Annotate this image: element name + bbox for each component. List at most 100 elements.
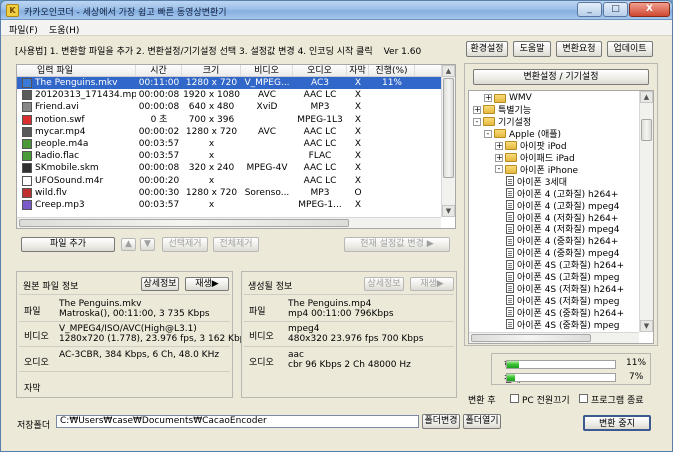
- tree-hscroll[interactable]: [469, 332, 639, 343]
- menu-file[interactable]: 파일(F): [9, 23, 38, 36]
- tree-node[interactable]: - 아이폰 iPhone: [495, 163, 578, 176]
- move-up-button[interactable]: ▲: [121, 238, 136, 251]
- tree-node[interactable]: + WMV: [484, 92, 532, 104]
- col-header-size[interactable]: 크기: [182, 65, 241, 76]
- tree-node[interactable]: 아이폰 4S (고화질) mpeg: [506, 271, 619, 283]
- table-row[interactable]: 20120313_171434.mp4 00:00:08 1920 x 1080 AV…: [17, 89, 455, 101]
- close-button[interactable]: X: [629, 2, 670, 17]
- file-list-vscroll[interactable]: ▲ ▼: [441, 65, 455, 217]
- scroll-up-arrow[interactable]: ▲: [640, 91, 653, 103]
- col-header-video[interactable]: 비디오: [241, 65, 293, 76]
- cell-input-file: motion.swf: [17, 114, 136, 126]
- collapse-icon[interactable]: -: [495, 165, 503, 174]
- cell-audio: AAC LC: [303, 90, 337, 101]
- tree-node[interactable]: + 아이패드 iPad: [495, 152, 575, 164]
- settings-tree[interactable]: + WMV + 특별기능 - 기기설정 - Apple (애플) + 아이팟 iPod + 아이패드 …: [468, 90, 654, 344]
- stop-convert-button[interactable]: 변환 중지: [583, 415, 651, 431]
- tree-node[interactable]: + 특별기능: [473, 104, 531, 116]
- tree-node[interactable]: - 기기설정: [473, 116, 531, 128]
- pc-off-checkbox[interactable]: [510, 394, 519, 403]
- menu-bar: 파일(F) 도움(H): [1, 20, 672, 36]
- remove-all-button[interactable]: 전체제거: [213, 237, 259, 252]
- table-row[interactable]: The Penguins.mkv 00:11:00 1280 x 720 V_MPEG…: [17, 77, 455, 90]
- expand-icon[interactable]: +: [495, 141, 503, 150]
- minimize-button[interactable]: _: [577, 2, 602, 17]
- scroll-thumb[interactable]: [443, 78, 454, 178]
- table-row[interactable]: mycar.mp4 00:00:02 1280 x 720 AVC AAC LC X: [17, 126, 455, 138]
- col-header-input-file[interactable]: 입력 파일: [17, 65, 136, 76]
- output-play-button[interactable]: 재생▶: [410, 277, 454, 291]
- tree-node[interactable]: 아이폰 4 (저화질) mpeg4: [506, 223, 619, 235]
- table-row[interactable]: UFOSound.m4r 00:00:20 x AAC LC X: [17, 175, 455, 187]
- audio-file-icon: [22, 151, 32, 162]
- menu-help[interactable]: 도움(H): [49, 23, 79, 36]
- total-progress-bar: [506, 373, 616, 382]
- env-settings-button[interactable]: 환경설정: [466, 41, 508, 57]
- tree-node[interactable]: 아이폰 3세대: [506, 175, 567, 188]
- tree-node[interactable]: 아이폰 4 (중화질) mpeg4: [506, 247, 619, 259]
- pc-off-label[interactable]: PC 전원끄기: [522, 393, 570, 406]
- exit-program-label[interactable]: 프로그램 종료: [591, 393, 644, 406]
- tree-node[interactable]: 아이폰 4 (고화질) h264+: [506, 187, 618, 200]
- output-detail-button[interactable]: 상세정보: [364, 277, 404, 291]
- scroll-up-arrow[interactable]: ▲: [442, 65, 455, 77]
- maximize-button[interactable]: □: [603, 2, 628, 17]
- table-row[interactable]: motion.swf 0 초 700 x 396 MPEG-1L3 X: [17, 114, 455, 126]
- update-button[interactable]: 업데이트: [607, 41, 653, 57]
- source-detail-button[interactable]: 상세정보: [141, 277, 179, 291]
- save-folder-input[interactable]: C:₩Users₩case₩Documents₩CacaoEncoder: [56, 415, 419, 428]
- collapse-icon[interactable]: -: [484, 129, 492, 138]
- hscroll-thumb[interactable]: [471, 334, 591, 342]
- table-row[interactable]: Friend.avi 00:00:08 640 x 480 XviD MP3 X: [17, 101, 455, 113]
- tree-node[interactable]: + 아이팟 iPod: [495, 140, 567, 152]
- hscroll-thumb[interactable]: [19, 219, 349, 227]
- tree-node[interactable]: 아이폰 4 (고화질) mpeg4: [506, 199, 619, 212]
- scroll-down-arrow[interactable]: ▼: [640, 320, 653, 332]
- table-row[interactable]: Radio.flac 00:03:57 x FLAC X: [17, 150, 455, 162]
- collapse-icon[interactable]: -: [473, 117, 481, 126]
- tree-node[interactable]: 아이폰 4 (저화질) h264+: [506, 211, 618, 224]
- help-button[interactable]: 도움말: [513, 41, 551, 57]
- version-label: Ver 1.60: [383, 47, 422, 57]
- table-row[interactable]: wild.flv 00:00:30 1280 x 720 Sorenso... MP3 O: [17, 187, 455, 199]
- add-file-button[interactable]: 파일 추가: [21, 237, 115, 252]
- settings-title-button[interactable]: 변환설정 / 기기설정: [473, 69, 649, 85]
- col-header-subtitle[interactable]: 자막: [347, 65, 369, 76]
- preset-file-icon: [506, 212, 514, 222]
- exit-program-checkbox[interactable]: [579, 394, 588, 403]
- tree-node[interactable]: 아이폰 4S (중화질) mpeg: [506, 318, 619, 331]
- tree-node[interactable]: 아이폰 4S (저화질) h264+: [506, 282, 624, 295]
- tree-node[interactable]: 아이폰 4S (중화질) h264+: [506, 306, 624, 319]
- table-row[interactable]: Creep.mp3 00:03:57 x MPEG-1... X: [17, 199, 455, 211]
- file-list[interactable]: 입력 파일 시간 크기 비디오 오디오 자막 진행(%) The Penguin…: [16, 64, 456, 229]
- cell-progress: 11%: [381, 78, 402, 88]
- apply-current-settings-button[interactable]: 현재 설정값 변경 ▶: [344, 237, 450, 252]
- scroll-down-arrow[interactable]: ▼: [442, 205, 455, 217]
- expand-icon[interactable]: +: [495, 153, 503, 162]
- cell-audio: AAC LC: [303, 163, 337, 174]
- move-down-button[interactable]: ▼: [140, 238, 155, 251]
- cell-time: 00:00:02: [138, 126, 180, 137]
- cell-progress: [369, 187, 415, 199]
- source-play-button[interactable]: 재생▶: [185, 277, 229, 291]
- open-folder-button[interactable]: 폴더열기: [463, 414, 501, 429]
- col-header-audio[interactable]: 오디오: [293, 65, 347, 76]
- scroll-thumb[interactable]: [641, 119, 652, 141]
- tree-node[interactable]: 아이폰 4S (저화질) mpeg: [506, 294, 619, 307]
- title-bar[interactable]: K 카카오인코더 - 세상에서 가장 쉽고 빠른 동영상변환기 _ □ X: [1, 1, 672, 20]
- tree-node[interactable]: - Apple (애플): [484, 128, 561, 140]
- file-list-hscroll[interactable]: [17, 217, 441, 228]
- expand-icon[interactable]: +: [473, 105, 481, 114]
- col-header-progress[interactable]: 진행(%): [369, 65, 415, 76]
- convert-request-button[interactable]: 변환요청: [556, 41, 602, 57]
- table-row[interactable]: SKmobile.skm 00:00:08 320 x 240 MPEG-4V AAC …: [17, 162, 455, 174]
- remove-selected-button[interactable]: 선택제거: [162, 237, 208, 252]
- table-row[interactable]: people.m4a 00:03:57 x AAC LC X: [17, 138, 455, 150]
- col-header-time[interactable]: 시간: [136, 65, 182, 76]
- cell-sub: X: [354, 126, 362, 137]
- expand-icon[interactable]: +: [484, 94, 492, 102]
- change-folder-button[interactable]: 폴더변경: [422, 414, 460, 429]
- tree-vscroll[interactable]: ▲ ▼: [639, 91, 653, 332]
- tree-node[interactable]: 아이폰 4 (중화질) h264+: [506, 235, 618, 247]
- tree-node[interactable]: 아이폰 4S (고화질) h264+: [506, 259, 624, 271]
